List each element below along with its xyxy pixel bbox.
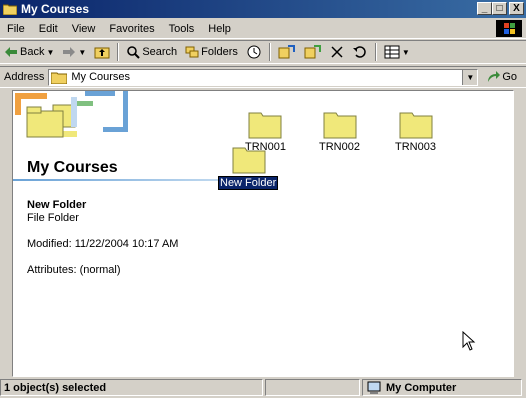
delete-button[interactable] bbox=[326, 42, 348, 62]
selected-item-modified: Modified: 11/22/2004 10:17 AM bbox=[27, 238, 179, 250]
search-icon bbox=[127, 46, 141, 59]
folder-item-trn003[interactable]: TRN003 bbox=[395, 109, 436, 153]
folder-icon bbox=[51, 72, 68, 84]
standard-toolbar: Back ▼ ▼ Search Folders ▼ bbox=[0, 40, 526, 64]
views-button[interactable]: ▼ bbox=[380, 42, 414, 62]
move-to-icon bbox=[278, 45, 295, 59]
forward-arrow-icon bbox=[63, 47, 76, 57]
copy-to-icon bbox=[304, 45, 321, 59]
selected-item-type: File Folder bbox=[27, 212, 79, 224]
toolbar-separator bbox=[374, 43, 377, 61]
minimize-button[interactable]: _ bbox=[477, 2, 492, 15]
folder-label: TRN003 bbox=[395, 141, 436, 153]
address-label: Address bbox=[4, 71, 45, 83]
folder-item-new-folder[interactable] bbox=[229, 144, 269, 177]
chevron-down-icon[interactable]: ▼ bbox=[46, 48, 54, 57]
chevron-down-icon[interactable]: ▼ bbox=[78, 48, 86, 57]
go-label: Go bbox=[502, 71, 518, 83]
window-title: My Courses bbox=[21, 2, 90, 16]
folder-icon bbox=[232, 147, 266, 174]
folder-icon bbox=[399, 112, 433, 139]
move-to-button[interactable] bbox=[274, 42, 300, 62]
folder-icon bbox=[3, 4, 17, 15]
status-zone-label: My Computer bbox=[386, 381, 457, 394]
toolbar-separator bbox=[117, 43, 120, 61]
folders-label: Folders bbox=[201, 46, 238, 58]
folder-view[interactable]: My Courses New Folder File Folder Modifi… bbox=[12, 90, 514, 377]
delete-icon bbox=[331, 46, 343, 58]
address-input[interactable]: My Courses ▼ bbox=[48, 68, 479, 86]
menu-favorites[interactable]: Favorites bbox=[102, 23, 161, 35]
address-bar: Address My Courses ▼ Go bbox=[0, 66, 526, 88]
back-arrow-icon bbox=[5, 47, 17, 57]
folder-banner-graphic bbox=[15, 91, 128, 138]
status-zone: My Computer bbox=[362, 379, 522, 396]
menu-edit[interactable]: Edit bbox=[32, 23, 65, 35]
search-label: Search bbox=[142, 46, 178, 58]
chevron-down-icon[interactable]: ▼ bbox=[402, 48, 410, 57]
folder-item-trn001[interactable]: TRN001 bbox=[245, 109, 286, 153]
windows-logo-icon bbox=[496, 20, 522, 37]
toolbar-separator bbox=[268, 43, 271, 61]
back-label: Back bbox=[20, 46, 45, 58]
folder-item-trn002[interactable]: TRN002 bbox=[319, 109, 360, 153]
status-bar: 1 object(s) selected My Computer bbox=[0, 379, 526, 398]
menu-bar: File Edit View Favorites Tools Help bbox=[0, 19, 526, 39]
search-button[interactable]: Search bbox=[122, 42, 181, 62]
menu-file[interactable]: File bbox=[0, 23, 32, 35]
new-folder-rename-input[interactable]: New Folder bbox=[218, 176, 279, 190]
folder-icon bbox=[323, 112, 357, 139]
status-empty-panel bbox=[265, 379, 360, 396]
undo-button[interactable] bbox=[348, 42, 372, 62]
history-icon bbox=[247, 45, 261, 59]
history-button[interactable] bbox=[242, 42, 266, 62]
address-value: My Courses bbox=[71, 71, 131, 83]
title-bar[interactable]: My Courses _ □ X bbox=[0, 0, 526, 18]
folders-button[interactable]: Folders bbox=[181, 42, 242, 62]
views-icon bbox=[384, 45, 400, 59]
selection-details: New Folder File Folder Modified: 11/22/2… bbox=[27, 199, 178, 277]
up-folder-icon bbox=[94, 47, 110, 59]
forward-button[interactable]: ▼ bbox=[58, 42, 90, 62]
menu-tools[interactable]: Tools bbox=[162, 23, 202, 35]
menu-view[interactable]: View bbox=[65, 23, 103, 35]
mouse-pointer-icon bbox=[462, 331, 476, 351]
address-dropdown-button[interactable]: ▼ bbox=[462, 69, 478, 85]
folder-label: TRN002 bbox=[319, 141, 360, 153]
selected-item-attributes: Attributes: (normal) bbox=[27, 264, 121, 276]
go-arrow-icon bbox=[488, 71, 501, 82]
copy-to-button[interactable] bbox=[300, 42, 326, 62]
selected-item-name: New Folder bbox=[27, 199, 87, 211]
folders-icon bbox=[185, 46, 199, 58]
my-computer-icon bbox=[367, 381, 381, 394]
folder-icon bbox=[248, 112, 282, 139]
status-selection: 1 object(s) selected bbox=[0, 379, 263, 396]
undo-icon bbox=[352, 46, 366, 58]
menu-help[interactable]: Help bbox=[201, 23, 238, 35]
go-button[interactable]: Go bbox=[486, 70, 517, 84]
maximize-button[interactable]: □ bbox=[492, 2, 507, 15]
close-button[interactable]: X bbox=[509, 2, 524, 15]
up-button[interactable] bbox=[90, 42, 114, 62]
pane-title: My Courses bbox=[27, 159, 118, 176]
back-button[interactable]: Back ▼ bbox=[0, 42, 58, 62]
